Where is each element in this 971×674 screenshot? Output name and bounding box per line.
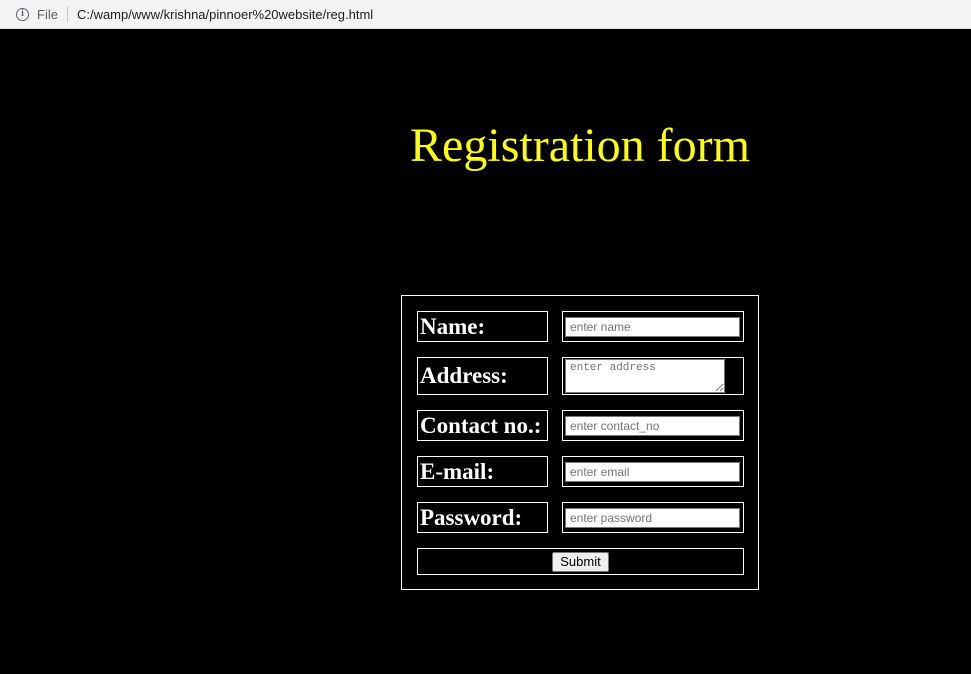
submit-cell: Submit xyxy=(417,548,744,575)
address-textarea[interactable] xyxy=(565,359,725,393)
name-label: Name: xyxy=(417,311,548,342)
password-label: Password: xyxy=(417,502,548,533)
contact-field-cell xyxy=(562,410,744,441)
address-separator xyxy=(66,6,68,22)
email-input[interactable] xyxy=(565,461,740,482)
contact-label: Contact no.: xyxy=(417,410,548,441)
email-label: E-mail: xyxy=(417,456,548,487)
registration-form: Name: Address: Contact no.: E-mail: Pass… xyxy=(401,295,759,590)
submit-button[interactable]: Submit xyxy=(552,551,609,572)
info-icon[interactable]: i xyxy=(16,7,29,21)
password-input[interactable] xyxy=(565,507,740,528)
browser-address-bar: i File C:/wamp/www/krishna/pinnoer%20web… xyxy=(0,0,971,29)
email-field-cell xyxy=(562,456,744,487)
url-text[interactable]: C:/wamp/www/krishna/pinnoer%20website/re… xyxy=(77,7,373,22)
address-field-cell xyxy=(562,357,744,395)
contact-input[interactable] xyxy=(565,415,740,436)
page-title: Registration form xyxy=(410,119,750,172)
url-scheme: File xyxy=(37,6,58,22)
name-input[interactable] xyxy=(565,316,740,337)
address-label: Address: xyxy=(417,357,548,395)
password-field-cell xyxy=(562,502,744,533)
name-field-cell xyxy=(562,311,744,342)
